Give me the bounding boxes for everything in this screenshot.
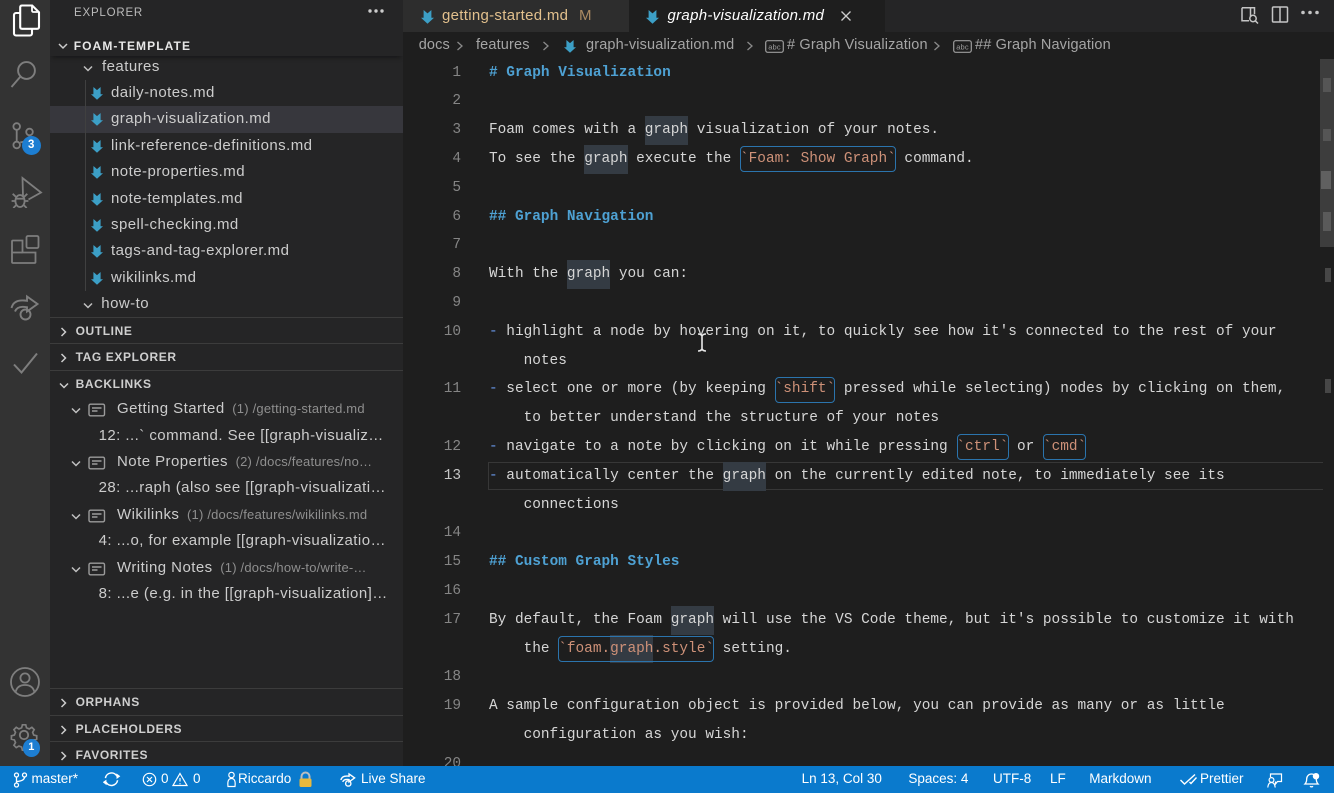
svg-text:abc: abc	[956, 43, 969, 52]
svg-text:abc: abc	[768, 43, 781, 52]
